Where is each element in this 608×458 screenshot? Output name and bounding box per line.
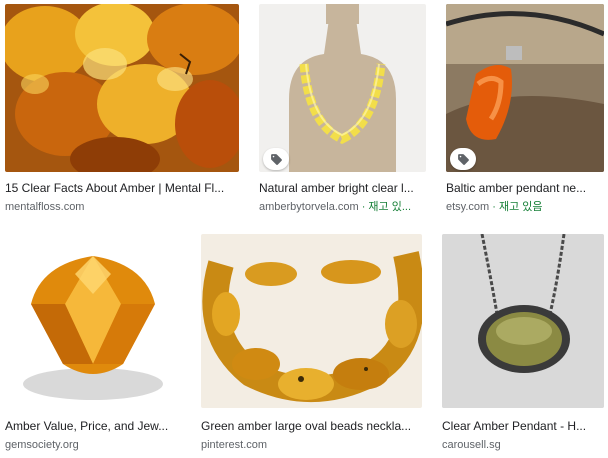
image-result-3[interactable]: Baltic amber pendant ne... etsy.com · 재고…	[446, 4, 604, 216]
result-thumbnail-5[interactable]	[201, 234, 422, 408]
image-result-5[interactable]: Green amber large oval beads neckla... p…	[201, 234, 422, 452]
result-thumbnail-2[interactable]	[259, 4, 426, 172]
image-result-6[interactable]: Clear Amber Pendant - H... carousell.sg	[442, 234, 604, 452]
result-thumbnail-1[interactable]	[5, 4, 239, 172]
result-source: amberbytorvela.com · 재고 있...	[259, 200, 411, 214]
source-domain: carousell.sg	[442, 439, 501, 451]
image-result-4[interactable]: Amber Value, Price, and Jew... gemsociet…	[5, 234, 181, 452]
tag-icon	[263, 148, 289, 170]
result-source: carousell.sg	[442, 438, 501, 452]
result-title[interactable]: Amber Value, Price, and Jew...	[5, 418, 181, 434]
result-title[interactable]: 15 Clear Facts About Amber | Mental Fl..…	[5, 180, 239, 196]
result-source: gemsociety.org	[5, 438, 79, 452]
result-source: mentalfloss.com	[5, 200, 84, 214]
source-domain: etsy.com	[446, 201, 490, 213]
result-title[interactable]: Baltic amber pendant ne...	[446, 180, 604, 196]
source-domain: gemsociety.org	[5, 439, 79, 451]
result-title[interactable]: Natural amber bright clear l...	[259, 180, 426, 196]
result-title[interactable]: Clear Amber Pendant - H...	[442, 418, 604, 434]
image-result-1[interactable]: 15 Clear Facts About Amber | Mental Fl..…	[5, 4, 239, 216]
result-thumbnail-4[interactable]	[5, 234, 181, 408]
source-domain: pinterest.com	[201, 439, 268, 451]
result-source: pinterest.com	[201, 438, 267, 452]
tag-icon	[450, 148, 476, 170]
source-domain: amberbytorvela.com	[259, 201, 359, 213]
result-source: etsy.com · 재고 있음	[446, 200, 543, 214]
result-title[interactable]: Green amber large oval beads neckla...	[201, 418, 422, 434]
stock-status: · 재고 있...	[358, 201, 412, 213]
source-domain: mentalfloss.com	[5, 201, 85, 213]
result-thumbnail-6[interactable]	[442, 234, 604, 408]
result-thumbnail-3[interactable]	[446, 4, 604, 172]
image-result-2[interactable]: Natural amber bright clear l... amberbyt…	[259, 4, 426, 216]
stock-status: · 재고 있음	[489, 201, 543, 213]
